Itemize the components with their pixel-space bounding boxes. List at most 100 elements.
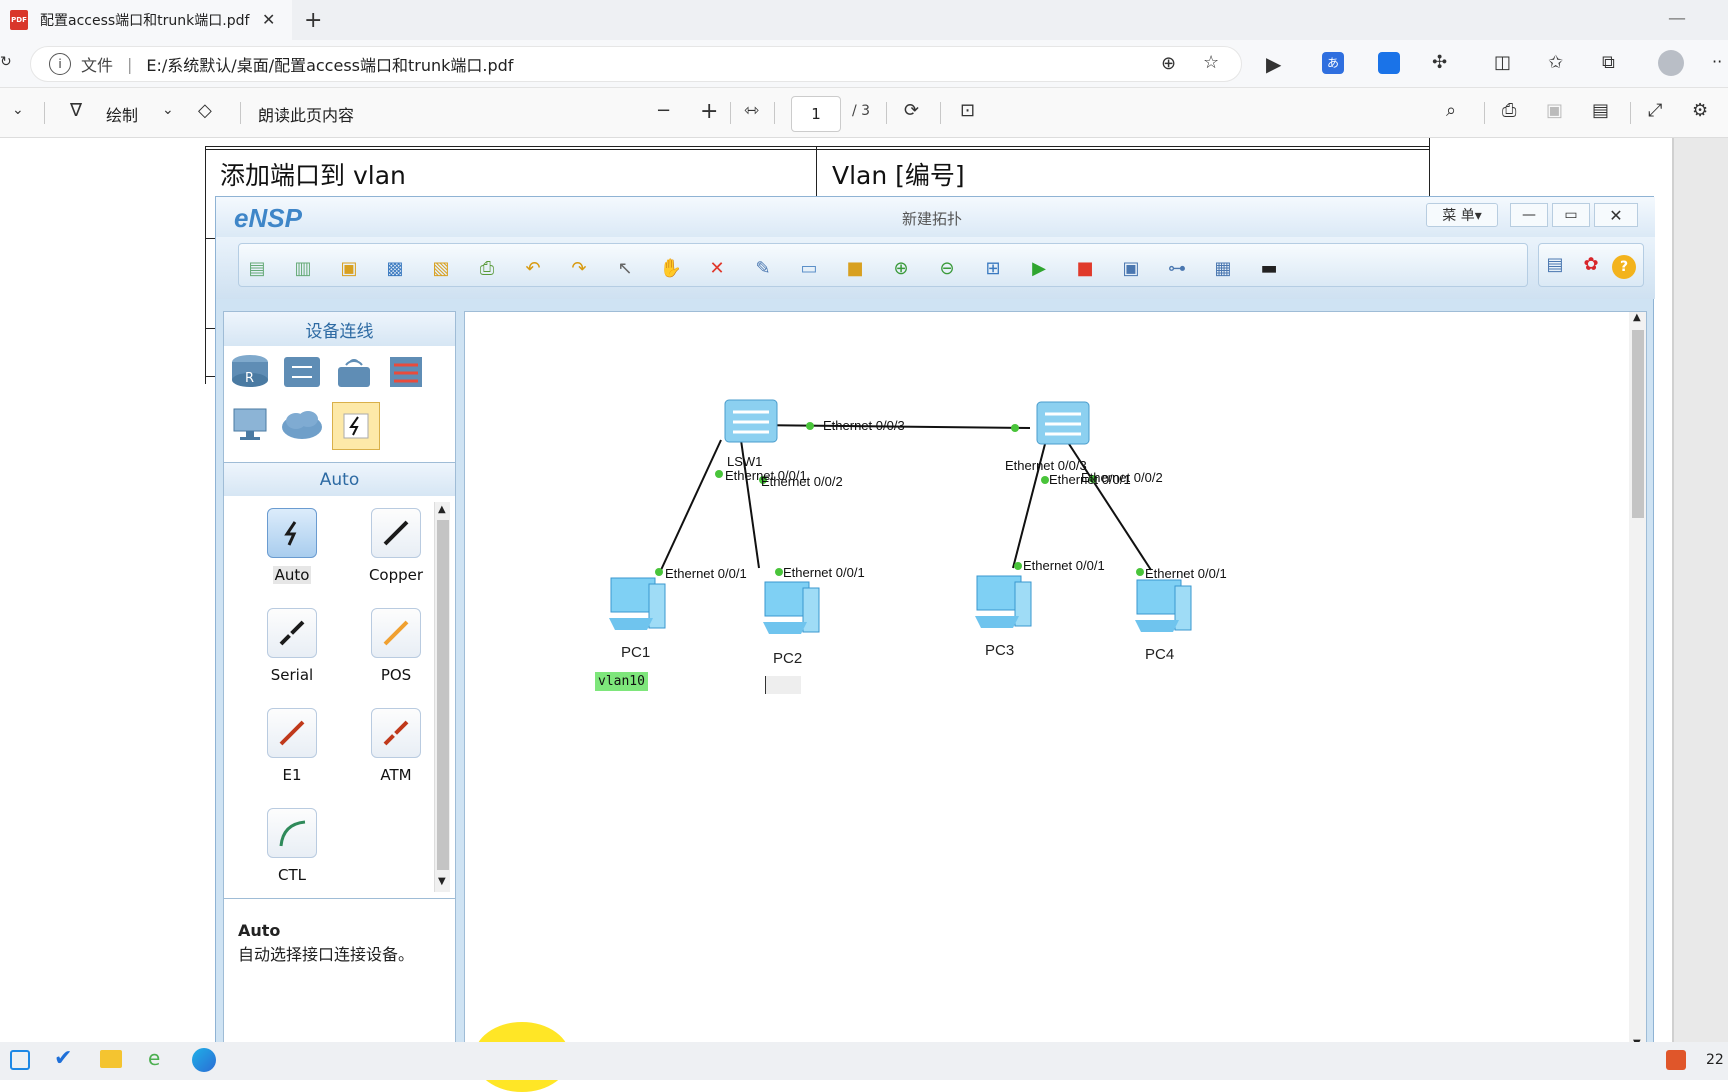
draw-button[interactable]: 绘制 [106,102,138,126]
cable-option[interactable]: CTL [242,808,342,884]
rectangle-icon[interactable]: ■ [843,256,867,280]
delete-link-icon[interactable]: ✎ [751,256,775,280]
capture-icon[interactable]: ▣ [1119,256,1143,280]
switch-icon[interactable] [280,350,324,394]
more-options-icon[interactable]: ·· [1712,52,1722,71]
switch-lsw1[interactable] [723,394,781,450]
read-aloud-button[interactable]: 朗读此页内容 [258,102,354,126]
cable-option[interactable]: ATM [346,708,446,784]
refresh-icon[interactable]: ↻ [0,54,12,70]
start-device-icon[interactable]: ▶ [1027,256,1051,280]
select-pointer-icon[interactable]: ↖ [613,256,637,280]
cable-option[interactable]: POS [346,608,446,684]
cable-option[interactable]: Auto [242,508,342,584]
menu-button[interactable]: 菜 单▾ [1426,203,1498,227]
link-lsw1-pc1[interactable] [660,439,722,571]
cable-option[interactable]: Serial [242,608,342,684]
page-number-input[interactable]: 1 [791,96,841,132]
scroll-down-icon[interactable]: ▼ [438,876,446,887]
save-icon[interactable]: ▩ [383,256,407,280]
draw-icon[interactable]: ∇ [70,100,82,121]
pc2-device[interactable] [759,578,823,644]
zoom-in-icon[interactable]: ⊕ [889,256,913,280]
canvas-vertical-scrollbar[interactable]: ▲ ▼ [1629,312,1646,1054]
new-topology-icon[interactable]: ▤ [245,256,269,280]
translate-icon[interactable]: あ [1322,52,1344,74]
scroll-thumb[interactable] [1632,330,1644,518]
text-note-icon[interactable]: ▭ [797,256,821,280]
zoom-out-icon[interactable]: ⊖ [935,256,959,280]
print-icon[interactable]: ⎙ [475,256,499,280]
todo-check-icon[interactable]: ✔ [54,1046,72,1071]
firewall-icon[interactable] [384,350,428,394]
page-view-icon[interactable]: ⊡ [960,100,975,121]
pc4-device[interactable] [1131,576,1195,642]
app-icon[interactable] [10,1050,30,1070]
ie-browser-icon[interactable]: e [148,1046,160,1070]
eraser-icon[interactable]: ◇ [198,100,212,121]
print-icon[interactable]: ⎙ [1502,100,1516,121]
minimize-window-icon[interactable]: — [1668,8,1686,29]
stop-device-icon[interactable]: ■ [1073,256,1097,280]
fullscreen-icon[interactable]: ⤢ [1648,100,1662,121]
ensp-minimize-icon[interactable]: — [1510,203,1548,227]
redo-icon[interactable]: ↷ [567,256,591,280]
draw-options-chevron-icon[interactable]: ⌄ [162,102,174,118]
address-bar[interactable]: i 文件 | E:/系统默认/桌面/配置access端口和trunk端口.pdf… [30,46,1242,82]
vlan-note-label[interactable]: vlan10 [595,672,648,691]
pc-device-icon[interactable] [228,402,272,446]
zoom-icon[interactable]: ⊕ [1161,53,1176,74]
switch-lsw2[interactable] [1035,396,1093,452]
save-as-icon[interactable]: ▧ [429,256,453,280]
chevron-down-icon[interactable]: ⌄ [12,102,24,118]
pc3-device[interactable] [971,572,1035,638]
clock-text[interactable]: 22 [1706,1052,1724,1068]
play-icon[interactable]: ▶ [1266,52,1281,76]
scroll-up-icon[interactable]: ▲ [1633,312,1641,323]
favorite-add-icon[interactable]: ☆ [1203,52,1219,73]
new-tab-icon[interactable]: + [304,8,322,33]
topology-icon[interactable]: ⊶ [1165,256,1189,280]
fit-view-icon[interactable]: ⊞ [981,256,1005,280]
fit-width-icon[interactable]: ⇿ [744,100,759,121]
rotate-icon[interactable]: ⟳ [904,100,919,121]
zoom-in-icon[interactable]: + [700,99,718,124]
favorites-icon[interactable]: ✩ [1548,52,1563,73]
address-url[interactable]: E:/系统默认/桌面/配置access端口和trunk端口.pdf [146,52,513,76]
undo-icon[interactable]: ↶ [521,256,545,280]
huawei-icon[interactable]: ✿ [1579,252,1603,276]
wireless-icon[interactable] [332,350,376,394]
save-as-icon[interactable]: ▤ [1592,100,1609,121]
forum-icon[interactable]: ▤ [1543,252,1567,276]
note-text-input[interactable] [765,676,801,694]
zoom-out-icon[interactable]: − [656,100,671,121]
close-tab-icon[interactable]: ✕ [262,10,275,29]
connection-category-icon[interactable] [332,402,380,450]
profile-avatar[interactable] [1658,50,1684,76]
new-example-icon[interactable]: ▥ [291,256,315,280]
grid-icon[interactable]: ▦ [1211,256,1235,280]
settings-gear-icon[interactable]: ⚙ [1692,100,1708,121]
ensp-close-icon[interactable]: ✕ [1594,203,1638,227]
extension-person-icon[interactable] [1378,52,1400,74]
pan-hand-icon[interactable]: ✋ [659,256,683,280]
file-explorer-icon[interactable] [100,1050,122,1068]
search-icon[interactable]: ⌕ [1446,100,1456,121]
ensp-maximize-icon[interactable]: ▭ [1552,203,1590,227]
topology-canvas[interactable]: Ethernet 0/0/3 LSW1 Ethernet 0/0/1 Ether… [464,311,1647,1071]
extensions-puzzle-icon[interactable]: ✣ [1432,52,1447,73]
split-screen-icon[interactable]: ◫ [1494,52,1511,73]
cloud-icon[interactable] [280,402,324,446]
info-icon[interactable]: i [49,53,71,75]
help-icon[interactable]: ? [1612,255,1636,279]
browser-tab[interactable]: PDF 配置access端口和trunk端口.pdf ✕ [0,0,292,40]
screenshot-icon[interactable]: ▬ [1257,256,1281,280]
cable-option[interactable]: E1 [242,708,342,784]
ime-icon[interactable] [1666,1050,1686,1070]
cable-option[interactable]: Copper [346,508,446,584]
pdf-scrollbar[interactable] [1672,138,1674,1042]
delete-icon[interactable]: ✕ [705,256,729,280]
collections-icon[interactable]: ⧉ [1602,52,1615,73]
pc1-device[interactable] [605,574,669,640]
edge-browser-icon[interactable] [192,1048,216,1072]
